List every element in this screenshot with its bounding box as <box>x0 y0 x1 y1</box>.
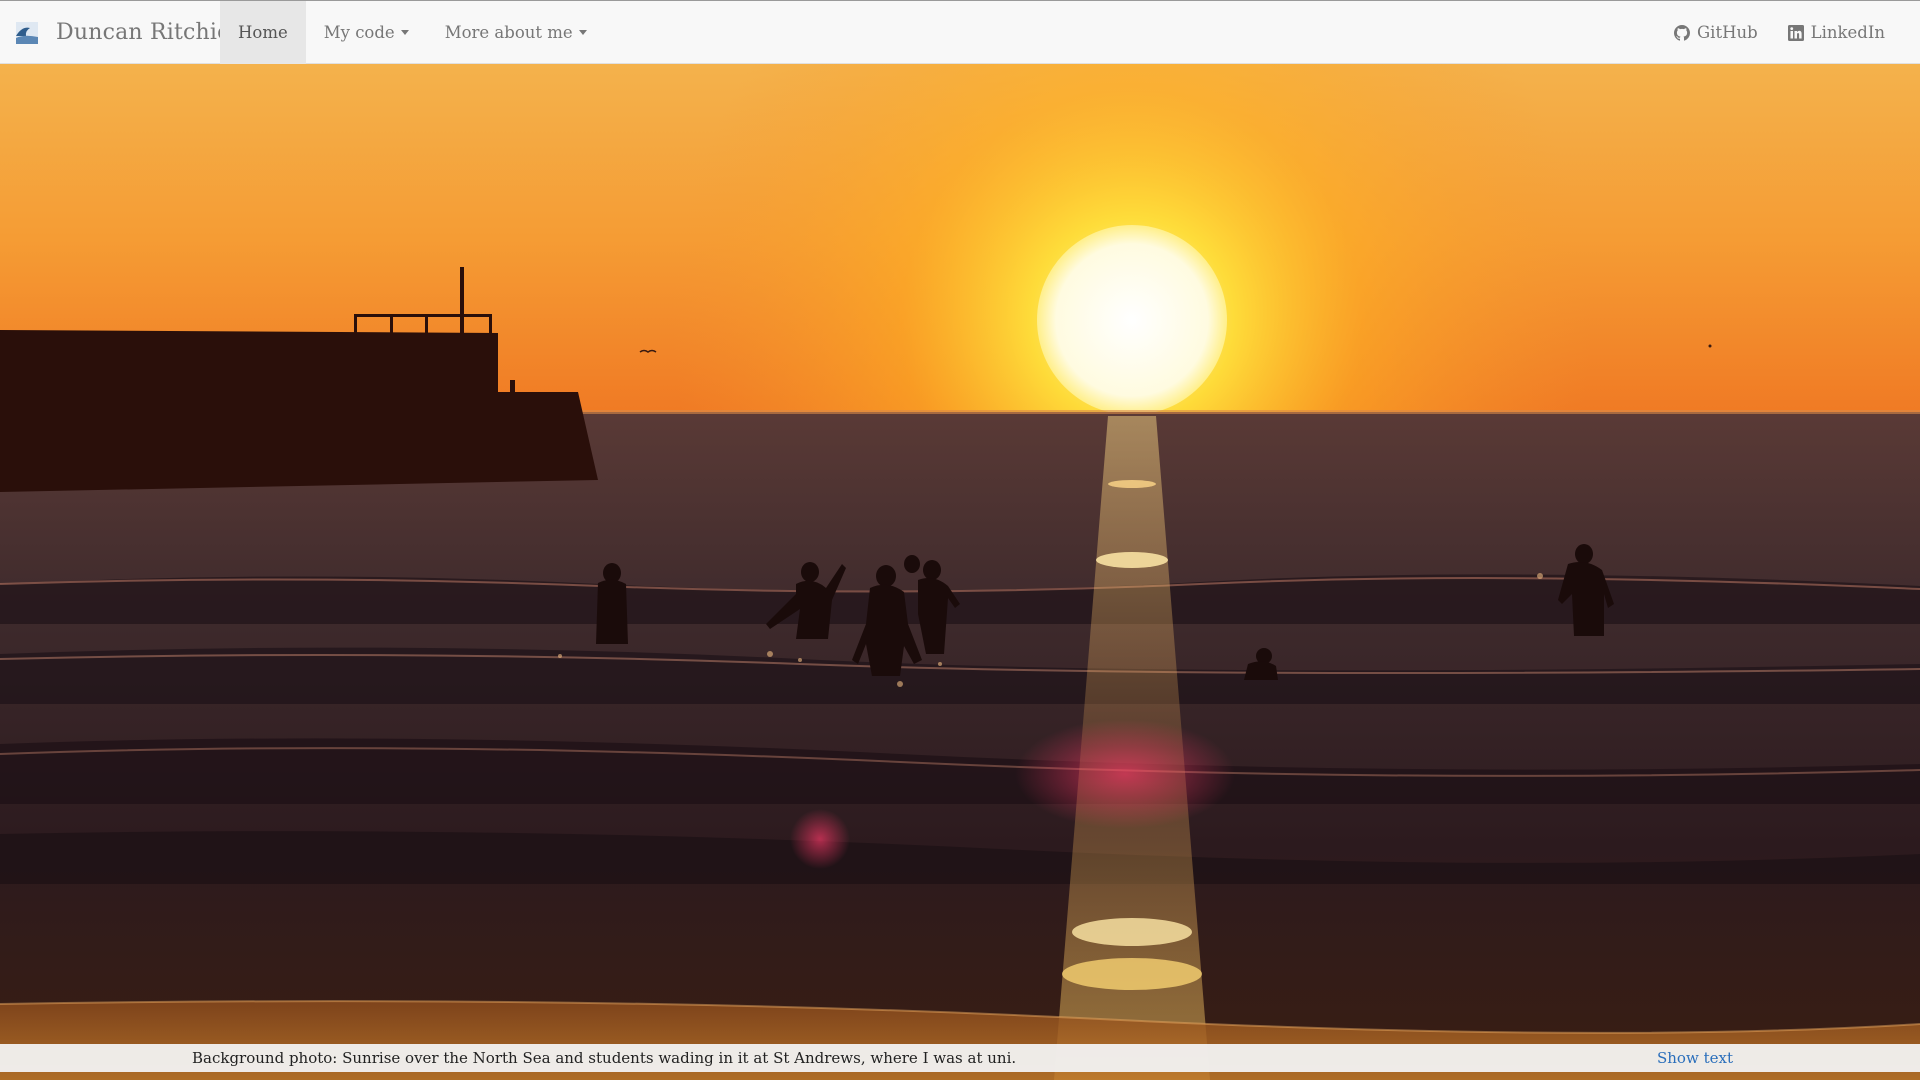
nav-item-github[interactable]: GitHub <box>1659 1 1773 64</box>
photo-caption-text: Background photo: Sunrise over the North… <box>192 1049 1017 1067</box>
brand-name: Duncan Ritchie <box>56 20 231 45</box>
nav-item-linkedin-label: LinkedIn <box>1810 23 1885 42</box>
sunrise-over-sea-photo <box>0 64 1920 1080</box>
brand-link[interactable]: Duncan Ritchie <box>16 1 230 64</box>
nav-item-more-about-me[interactable]: More about me <box>427 1 605 64</box>
top-navbar: Duncan Ritchie Home My code More about m… <box>0 0 1920 64</box>
photo-caption-bar: Background photo: Sunrise over the North… <box>0 1044 1920 1072</box>
nav-item-github-label: GitHub <box>1696 23 1758 42</box>
caret-down-icon <box>400 30 409 35</box>
social-nav: GitHub LinkedIn <box>1659 1 1900 64</box>
main-nav: Home My code More about me <box>220 1 605 64</box>
nav-item-linkedin[interactable]: LinkedIn <box>1773 1 1900 64</box>
show-text-link[interactable]: Show text <box>1657 1044 1733 1072</box>
wave-photo-icon <box>16 21 38 44</box>
nav-item-home-label: Home <box>238 23 288 42</box>
caret-down-icon <box>578 30 587 35</box>
nav-item-my-code[interactable]: My code <box>306 1 427 64</box>
nav-item-home[interactable]: Home <box>220 1 306 64</box>
background-photo <box>0 64 1920 1080</box>
nav-item-my-code-label: My code <box>323 23 395 42</box>
nav-item-more-about-me-label: More about me <box>444 23 573 42</box>
github-icon <box>1673 24 1690 41</box>
linkedin-icon <box>1787 24 1804 41</box>
